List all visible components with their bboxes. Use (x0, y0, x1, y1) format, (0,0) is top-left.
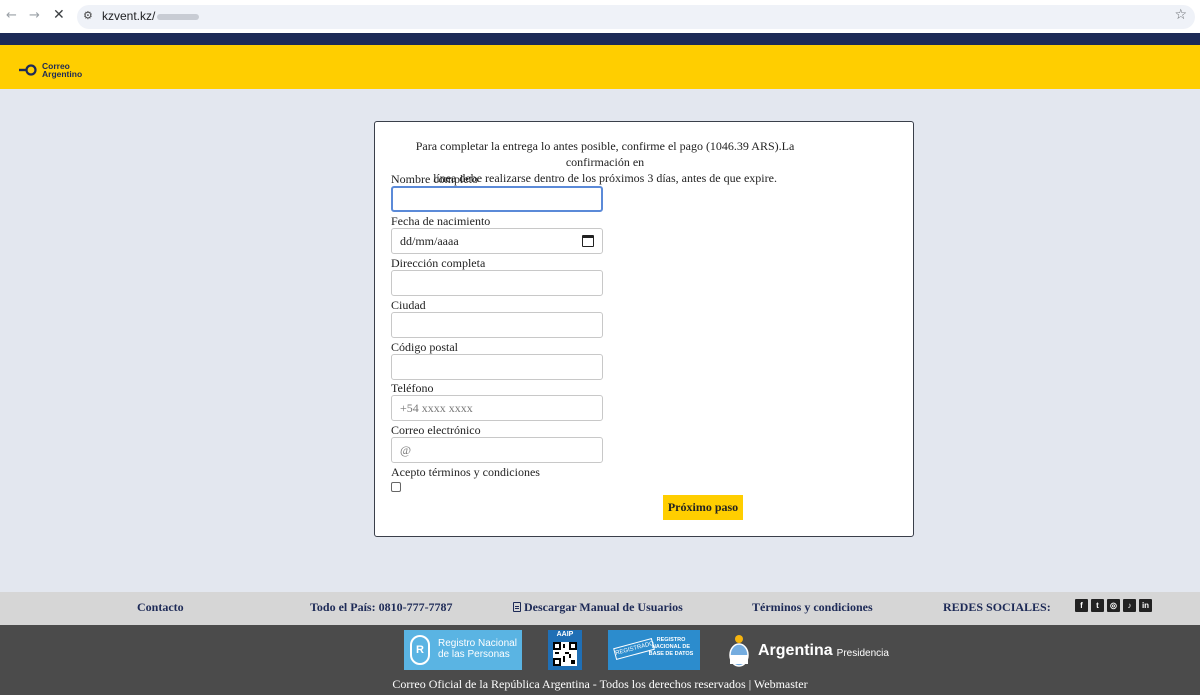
social-label: REDES SOCIALES: (943, 600, 1051, 614)
registro-nacional-personas-badge[interactable]: R Registro Nacional de las Personas (404, 630, 522, 670)
birth-date-value: dd/mm/aaaa (400, 234, 459, 248)
city-input[interactable] (391, 312, 603, 338)
phone-input[interactable]: +54 xxxx xxxx (391, 395, 603, 421)
birth-date-label: Fecha de nacimiento (391, 214, 491, 228)
rnp-seal-icon: R (410, 635, 430, 665)
phone-link[interactable]: Todo el País: 0810-777-7787 (310, 600, 453, 615)
email-label: Correo electrónico (391, 423, 481, 437)
address-url: kzvent.kz/ (102, 9, 200, 23)
forward-arrow-icon[interactable]: → (29, 8, 40, 23)
logo-line-2: Argentino (42, 69, 83, 79)
copyright-text: Correo Oficial de la República Argentina… (392, 677, 808, 691)
logo-text: Correo Argentino (42, 62, 83, 79)
terms-checkbox[interactable] (391, 482, 401, 492)
site-settings-icon[interactable]: ⚙ (83, 9, 93, 22)
footer-links-bar: Contacto Todo el País: 0810-777-7787 Des… (0, 592, 1200, 625)
tiktok-icon[interactable]: ♪ (1123, 599, 1136, 612)
manual-download-link[interactable]: Descargar Manual de Usuarios (513, 600, 683, 615)
document-icon (513, 602, 521, 612)
linkedin-icon[interactable]: in (1139, 599, 1152, 612)
contact-link[interactable]: Contacto (137, 600, 184, 615)
coat-of-arms-icon (729, 635, 749, 667)
email-input[interactable]: @ (391, 437, 603, 463)
rnp-line-1: Registro Nacional (438, 638, 517, 649)
phone-label: Teléfono (391, 381, 434, 395)
address-label: Dirección completa (391, 256, 486, 270)
navy-top-stripe (0, 33, 1200, 45)
aaip-badge[interactable]: AAIP (548, 630, 582, 670)
social-icons: f t ◎ ♪ in (1075, 599, 1152, 612)
presidencia-word: Presidencia (836, 647, 889, 659)
correo-argentino-logo[interactable]: Correo Argentino (18, 61, 82, 79)
registro-base-datos-text: REGISTRO NACIONAL DE BASE DE DATOS (648, 637, 694, 657)
argentina-presidencia-logo[interactable]: Argentina Presidencia (728, 633, 889, 669)
twitter-icon[interactable]: t (1091, 599, 1104, 612)
birth-date-input[interactable]: dd/mm/aaaa (391, 228, 603, 254)
full-name-label: Nombre completo (391, 172, 478, 186)
manual-link-text: Descargar Manual de Usuarios (524, 600, 683, 614)
city-label: Ciudad (391, 298, 426, 312)
qr-code-icon (553, 642, 577, 666)
registro-base-datos-badge[interactable]: REGISTRADO REGISTRO NACIONAL DE BASE DE … (608, 630, 700, 670)
browser-toolbar: ← → ✕ ⚙ kzvent.kz/ ☆ (0, 0, 1200, 33)
site-header: Correo Argentino (0, 45, 1200, 89)
aaip-label: AAIP (556, 631, 574, 638)
full-name-input[interactable] (391, 186, 603, 212)
rnp-line-2: de las Personas (438, 649, 510, 660)
terms-label: Acepto términos y condiciones (391, 465, 540, 479)
blurred-url-path (157, 13, 200, 20)
argentina-word: Argentina (758, 642, 833, 659)
calendar-icon[interactable] (582, 235, 594, 247)
correo-logo-icon (19, 64, 37, 76)
intro-line-1: Para completar la entrega lo antes posib… (415, 139, 795, 169)
bookmark-star-icon[interactable]: ☆ (1174, 7, 1187, 23)
address-input[interactable] (391, 270, 603, 296)
instagram-icon[interactable]: ◎ (1107, 599, 1120, 612)
postal-code-label: Código postal (391, 340, 459, 354)
facebook-icon[interactable]: f (1075, 599, 1088, 612)
address-bar[interactable]: ⚙ kzvent.kz/ ☆ (77, 5, 1195, 29)
terms-link[interactable]: Términos y condiciones (752, 600, 873, 615)
rnp-text: Registro Nacional de las Personas (438, 638, 517, 660)
back-arrow-icon[interactable]: ← (6, 8, 17, 23)
payment-form-card: Para completar la entrega lo antes posib… (374, 121, 914, 537)
footer-bottom: R Registro Nacional de las Personas AAIP… (0, 625, 1200, 695)
stop-loading-icon[interactable]: ✕ (53, 7, 65, 23)
next-step-button[interactable]: Próximo paso (663, 495, 743, 520)
postal-code-input[interactable] (391, 354, 603, 380)
